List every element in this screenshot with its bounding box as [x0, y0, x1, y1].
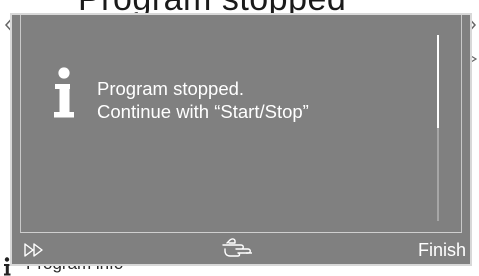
- dialog-body: Program stopped. Continue with “Start/St…: [20, 15, 462, 233]
- dialog-message: Program stopped. Continue with “Start/St…: [97, 77, 309, 123]
- message-dialog: Program stopped. Continue with “Start/St…: [10, 13, 472, 266]
- finish-button[interactable]: Finish: [418, 238, 466, 262]
- pointing-hand-icon[interactable]: [218, 235, 260, 263]
- message-line-2: Continue with “Start/Stop”: [97, 101, 309, 122]
- scrollbar-thumb[interactable]: [437, 35, 439, 128]
- fast-forward-icon[interactable]: [22, 237, 50, 263]
- message-line-1: Program stopped.: [97, 78, 245, 99]
- info-icon: [54, 67, 74, 118]
- dialog-footer: Finish: [12, 233, 470, 266]
